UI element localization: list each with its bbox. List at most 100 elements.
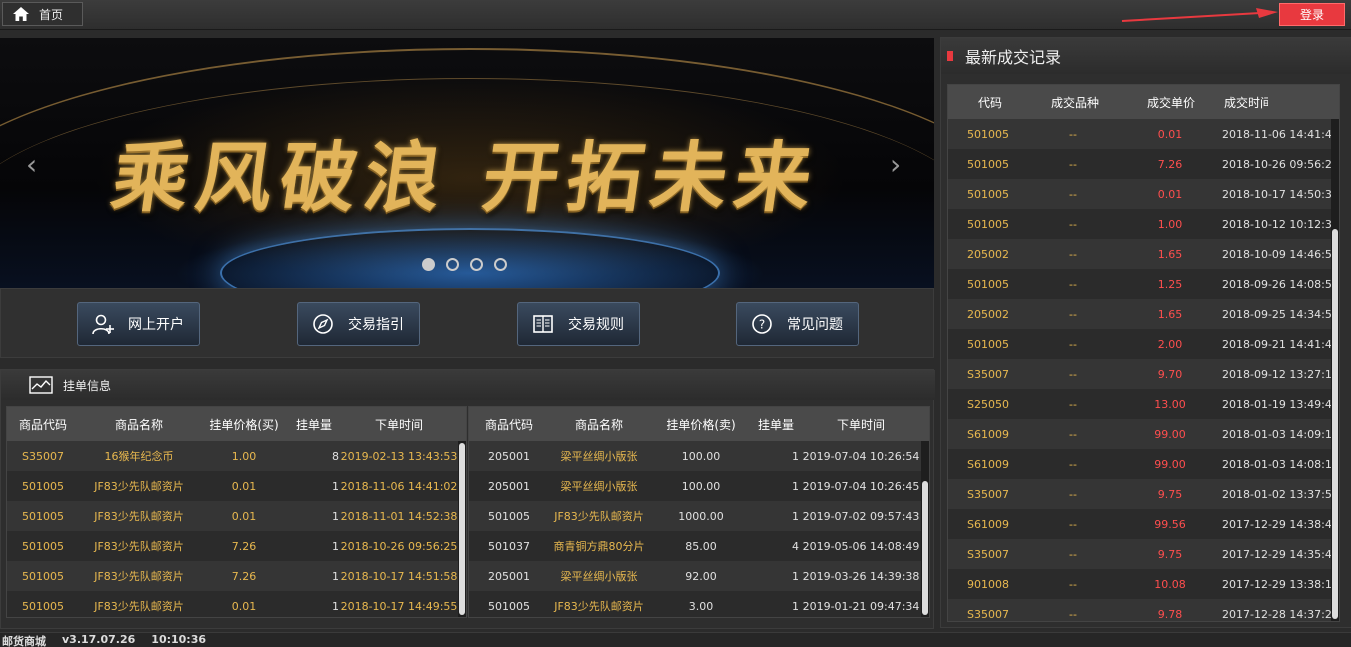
table-row[interactable]: 205001 梁平丝绸小版张 92.00 1 2019-03-26 14:39:38	[469, 561, 929, 591]
table-row[interactable]: 501005 JF83少先队邮资片 0.01 1 2018-10-17 14:49:55	[7, 591, 466, 617]
carousel-dot[interactable]	[422, 258, 435, 271]
table-cell: 1	[792, 479, 799, 493]
table-cell: JF83少先队邮资片	[94, 600, 184, 613]
table-row[interactable]: 501005 -- 1.00 2018-10-12 10:12:38	[948, 209, 1339, 239]
table-cell: JF83少先队邮资片	[554, 600, 644, 613]
top-bar: 首页 登录	[0, 0, 1351, 30]
quick-nav-label: 交易指引	[348, 317, 404, 333]
user-add-icon	[92, 314, 114, 335]
scrollbar-thumb[interactable]	[1332, 229, 1338, 619]
table-row[interactable]: 501037 商青铜方鼎80分片 85.00 4 2019-05-06 14:08:49	[469, 531, 929, 561]
table-cell: --	[1069, 187, 1077, 201]
table-row[interactable]: 501005 JF83少先队邮资片 1000.00 1 2019-07-02 09:57…	[469, 501, 929, 531]
table-row[interactable]: 501005 -- 0.01 2018-11-06 14:41:41	[948, 119, 1339, 149]
app-name: 邮货商城	[2, 635, 46, 647]
table-row[interactable]: 501005 -- 1.25 2018-09-26 14:08:53	[948, 269, 1339, 299]
table-row[interactable]: S25050 -- 13.00 2018-01-19 13:49:47	[948, 389, 1339, 419]
table-row[interactable]: 901008 -- 10.08 2017-12-29 13:38:17	[948, 569, 1339, 599]
table-row[interactable]: 501005 JF83少先队邮资片 7.26 1 2018-10-17 14:51:58	[7, 561, 466, 591]
latest-trades-table: 代码 成交品种 成交单价 成交时间 501005 -- 0.01 2018-11-06…	[947, 84, 1340, 622]
home-tab[interactable]: 首页	[2, 2, 83, 26]
table-row[interactable]: 501005 JF83少先队邮资片 0.01 1 2018-11-01 14:52:38	[7, 501, 466, 531]
table-row[interactable]: 501005 JF83少先队邮资片 0.01 1 2018-11-06 14:41:02	[7, 471, 466, 501]
scrollbar[interactable]	[1331, 119, 1339, 621]
scrollbar[interactable]	[921, 441, 929, 617]
table-cell: 2018-09-12 13:27:10	[1222, 367, 1332, 381]
table-cell: --	[1069, 127, 1077, 141]
quick-nav: 网上开户 交易指引 交易规则 ? 常见问题	[0, 288, 934, 358]
table-row[interactable]: S61009 -- 99.00 2018-01-03 14:08:19	[948, 449, 1339, 479]
table-row[interactable]: 501005 JF83少先队邮资片 7.26 1 2018-10-26 09:56:25	[7, 531, 466, 561]
table-cell: 2019-05-06 14:08:49	[802, 539, 920, 553]
table-cell: --	[1069, 337, 1077, 351]
table-header: 商品代码 商品名称 挂单价格(卖) 挂单量 下单时间	[469, 407, 929, 441]
table-row[interactable]: S35007 -- 9.78 2017-12-28 14:37:23	[948, 599, 1339, 621]
table-cell: --	[1069, 307, 1077, 321]
carousel-dot[interactable]	[494, 258, 507, 271]
table-cell: 1	[792, 569, 799, 583]
table-cell: S61009	[967, 457, 1009, 471]
table-cell: 2019-07-04 10:26:45	[802, 479, 920, 493]
table-row[interactable]: 501005 -- 0.01 2018-10-17 14:50:36	[948, 179, 1339, 209]
table-cell: 501037	[488, 539, 530, 553]
chevron-right-icon[interactable]: ›	[890, 148, 901, 181]
table-row[interactable]: 501005 -- 7.26 2018-10-26 09:56:25	[948, 149, 1339, 179]
login-button[interactable]: 登录	[1279, 3, 1345, 26]
trade-guide-button[interactable]: 交易指引	[297, 302, 420, 346]
table-cell: S35007	[22, 449, 64, 463]
left-panel: 乘风破浪 开拓未来 ‹ › 网上开户 交易指引 交易规则 ? 常见问题 挂单信息…	[0, 36, 935, 629]
order-book-title: 挂单信息	[63, 378, 112, 393]
table-cell: S25050	[967, 397, 1009, 411]
table-row[interactable]: 205001 梁平丝绸小版张 100.00 1 2019-07-04 10:26:54	[469, 441, 929, 471]
chevron-left-icon[interactable]: ‹	[26, 148, 37, 181]
line-chart-icon	[29, 376, 53, 394]
quick-nav-label: 交易规则	[568, 317, 624, 333]
table-cell: 2018-09-26 14:08:53	[1222, 277, 1332, 291]
clock: 10:10:36	[151, 633, 207, 646]
table-cell: 2017-12-29 13:38:17	[1222, 577, 1332, 591]
table-cell: S35007	[967, 607, 1009, 621]
table-cell: 501005	[488, 599, 530, 613]
faq-button[interactable]: ? 常见问题	[736, 302, 859, 346]
scrollbar-thumb[interactable]	[459, 443, 465, 615]
table-cell: 501005	[967, 187, 1009, 201]
buy-orders-body: S35007 16猴年纪念币 1.00 8 2019-02-13 13:43:53 501…	[7, 441, 466, 617]
table-cell: 7.26	[1157, 157, 1183, 171]
table-row[interactable]: S35007 -- 9.75 2017-12-29 14:35:45	[948, 539, 1339, 569]
table-row[interactable]: S35007 -- 9.75 2018-01-02 13:37:58	[948, 479, 1339, 509]
home-icon	[13, 7, 29, 21]
table-row[interactable]: 205002 -- 1.65 2018-09-25 14:34:52	[948, 299, 1339, 329]
table-cell: 2018-10-17 14:51:58	[340, 569, 458, 583]
table-cell: 4	[792, 539, 799, 553]
table-cell: 99.00	[1154, 457, 1186, 471]
table-row[interactable]: S61009 -- 99.56 2017-12-29 14:38:42	[948, 509, 1339, 539]
table-row[interactable]: 501005 -- 2.00 2018-09-21 14:41:40	[948, 329, 1339, 359]
table-header: 代码 成交品种 成交单价 成交时间	[948, 85, 1339, 119]
carousel-dot[interactable]	[446, 258, 459, 271]
scrollbar[interactable]	[458, 441, 466, 617]
table-row[interactable]: 501005 JF83少先队邮资片 3.00 1 2019-01-21 09:47:34	[469, 591, 929, 617]
column-header: 挂单量	[757, 417, 794, 432]
table-cell: 501005	[967, 337, 1009, 351]
table-cell: --	[1069, 397, 1077, 411]
carousel-dot[interactable]	[470, 258, 483, 271]
table-row[interactable]: S35007 -- 9.70 2018-09-12 13:27:10	[948, 359, 1339, 389]
table-cell: 1.65	[1157, 307, 1183, 321]
table-row[interactable]: 205002 -- 1.65 2018-10-09 14:46:55	[948, 239, 1339, 269]
trade-rules-button[interactable]: 交易规则	[517, 302, 640, 346]
table-cell: --	[1069, 277, 1077, 291]
table-cell: 2018-10-17 14:50:36	[1222, 187, 1332, 201]
open-account-button[interactable]: 网上开户	[77, 302, 200, 346]
table-cell: 1	[332, 539, 339, 553]
banner-title: 乘风破浪 开拓未来	[106, 133, 826, 222]
column-header: 商品代码	[18, 417, 67, 432]
table-row[interactable]: S35007 16猴年纪念币 1.00 8 2019-02-13 13:43:53	[7, 441, 466, 471]
table-cell: 1.00	[1157, 217, 1183, 231]
table-cell: 205002	[967, 247, 1009, 261]
table-cell: 1	[792, 449, 799, 463]
table-row[interactable]: S61009 -- 99.00 2018-01-03 14:09:14	[948, 419, 1339, 449]
table-cell: 8	[332, 449, 339, 463]
table-row[interactable]: 205001 梁平丝绸小版张 100.00 1 2019-07-04 10:26:45	[469, 471, 929, 501]
scrollbar-thumb[interactable]	[922, 481, 928, 615]
table-cell: 99.00	[1154, 427, 1186, 441]
